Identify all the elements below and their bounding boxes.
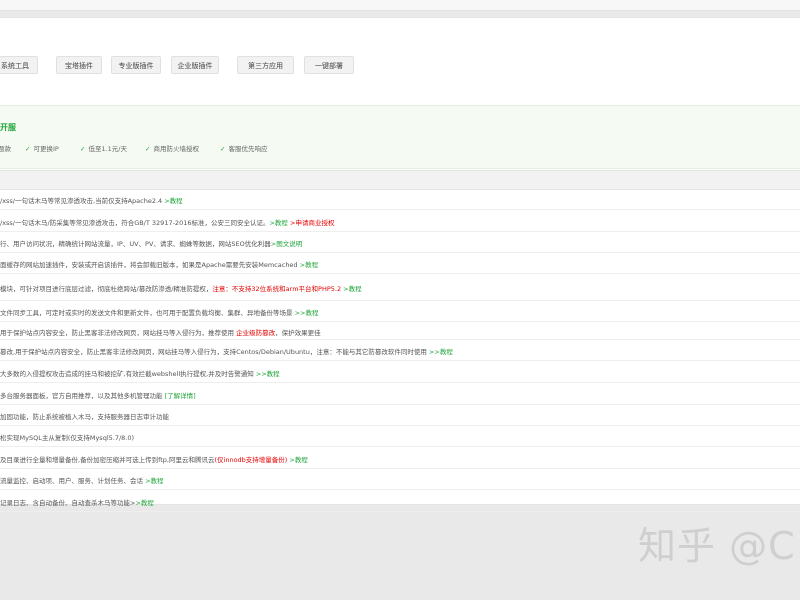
row-text: 大多数的入侵提权攻击造成的挂马和被挖矿,有效拦截webshell执行提权,并及时… <box>0 370 256 378</box>
table-row: 及目录进行全量和增量备份,备份加密压缩并可选上传到ftp,阿里云和腾讯云(仅in… <box>0 447 800 469</box>
tab-third-party-apps[interactable]: 第三方应用 <box>237 56 294 74</box>
row-text: 加固功能，防止系统被植入木马，支持服务器日志审计功能 <box>0 413 169 421</box>
row-description: 面缓存的网站加速插件，安装或开启该插件，将会卸载旧版本，如果是Apache需要先… <box>0 259 318 269</box>
row-text: 及目录进行全量和增量备份,备份加密压缩并可选上传到ftp,阿里云和腾讯云 <box>0 456 215 464</box>
row-text: 多台服务器面板，官方自用推荐，以及其他多机管理功能 <box>0 392 165 400</box>
table-header <box>0 170 800 190</box>
table-row: 松实现MySQL主从复制(仅支持Mysql5.7/8.0) <box>0 426 800 447</box>
row-text: 用于保护站点内容安全，防止黑客非法修改网页，网站挂马等入侵行为，推荐使用 <box>0 329 237 337</box>
promo-feature: 题款 <box>0 143 11 153</box>
zhihu-watermark: 知乎 @C <box>638 524 796 568</box>
row-description: 流量监控、启动项、用户、服务、计划任务、会话 >教程 <box>0 475 164 485</box>
table-row: 篡改,用于保护站点内容安全，防止黑客非法修改网页，网站挂马等入侵行为，支持Cen… <box>0 340 800 361</box>
table-row: 大多数的入侵提权攻击造成的挂马和被挖矿,有效拦截webshell执行提权,并及时… <box>0 361 800 383</box>
tutorial-link[interactable]: >>教程 <box>295 309 319 317</box>
row-text: 文件同步工具，可定时或实时的发送文件和更新文件，也可用于配置负载均衡、集群、异地… <box>0 309 295 317</box>
promo-feature: ✓ 商用防火墙授权 <box>145 143 199 153</box>
row-description: 多台服务器面板，官方自用推荐，以及其他多机管理功能 [了解详情] <box>0 390 196 400</box>
tab-pro-plugins[interactable]: 专业版插件 <box>111 56 161 74</box>
details-link[interactable]: [了解详情] <box>165 392 196 400</box>
row-description: 文件同步工具，可定时或实时的发送文件和更新文件，也可用于配置负载均衡、集群、异地… <box>0 307 318 317</box>
tutorial-link[interactable]: >教程 <box>300 261 318 269</box>
row-text: /xss/一句话木马等常见渗透攻击,当前仅支持Apache2.4 <box>0 197 165 205</box>
tab-one-click-deploy[interactable]: 一键部署 <box>304 56 354 74</box>
row-text: /xss/一句话木马/防采集等常见渗透攻击，符合GB/T 32917-2016标… <box>0 219 270 227</box>
promo-title: 开服 <box>0 123 16 132</box>
tab-enterprise-plugins[interactable]: 企业版插件 <box>171 56 219 74</box>
row-text: 模块，可针对项目进行底层过滤，彻底杜绝跨站/篡改防渗透/精准防提权， <box>0 285 213 293</box>
table-row: /xss/一句话木马等常见渗透攻击,当前仅支持Apache2.4 >教程 <box>0 189 800 210</box>
row-text: ，保护效果更佳 <box>275 329 321 337</box>
row-description: /xss/一句话木马等常见渗透攻击,当前仅支持Apache2.4 >教程 <box>0 195 183 205</box>
table-row: 面缓存的网站加速插件，安装或开启该插件，将会卸载旧版本，如果是Apache需要先… <box>0 253 800 274</box>
warning-text: (仅innodb支持增量备份) <box>214 456 288 464</box>
promo-feature: ✓ 可更换IP <box>25 143 59 153</box>
tutorial-link[interactable]: >>教程 <box>256 370 280 378</box>
promo-feature-text: 低至1.1元/天 <box>88 145 127 153</box>
promo-feature: ✓ 低至1.1元/天 <box>80 143 127 153</box>
promo-feature-text: 商用防火墙授权 <box>153 145 199 153</box>
row-description: 松实现MySQL主从复制(仅支持Mysql5.7/8.0) <box>0 432 134 442</box>
table-row: 加固功能，防止系统被植入木马，支持服务器日志审计功能 <box>0 405 800 426</box>
apply-license-link[interactable]: >申请商业授权 <box>288 219 334 227</box>
tutorial-link[interactable]: >教程 <box>135 499 153 507</box>
row-description: 模块，可针对项目进行底层过滤，彻底杜绝跨站/篡改防渗透/精准防提权，注意：不支持… <box>0 283 362 293</box>
row-description: 大多数的入侵提权攻击造成的挂马和被挖矿,有效拦截webshell执行提权,并及时… <box>0 368 280 378</box>
check-icon: ✓ <box>25 145 31 153</box>
check-icon: ✓ <box>220 145 226 153</box>
tab-bt-plugins[interactable]: 宝塔插件 <box>56 56 102 74</box>
tutorial-link[interactable]: >>教程 <box>429 348 453 356</box>
tutorial-link[interactable]: >教程 <box>145 477 163 485</box>
tutorial-link[interactable]: >教程 <box>164 197 182 205</box>
promo-feature-text: 客服优先响应 <box>228 145 268 153</box>
table-row: 行、用户访问状况，精确统计网站流量，IP、UV、PV、请求、蜘蛛等数据，网站SE… <box>0 232 800 253</box>
promo-feature: ✓ 客服优先响应 <box>220 143 267 153</box>
table-row: 记录日志、含自动备份、自动查杀木马等功能>>教程 <box>0 490 800 512</box>
table-row: 多台服务器面板，官方自用推荐，以及其他多机管理功能 [了解详情] <box>0 383 800 405</box>
plugin-panel: 系统工具 宝塔插件 专业版插件 企业版插件 第三方应用 一键部署 开服 题款 ✓… <box>0 18 800 512</box>
promo-banner: 开服 题款 ✓ 可更换IP ✓ 低至1.1元/天 ✓ 商用防火墙授权 ✓ 客服优先响应 <box>0 105 800 169</box>
row-description: /xss/一句话木马/防采集等常见渗透攻击，符合GB/T 32917-2016标… <box>0 217 334 227</box>
row-text: 面缓存的网站加速插件，安装或开启该插件，将会卸载旧版本，如果是Apache需要先… <box>0 261 300 269</box>
row-text: 篡改,用于保护站点内容安全，防止黑客非法修改网页，网站挂马等入侵行为，支持Cen… <box>0 348 429 356</box>
check-icon: ✓ <box>145 145 151 153</box>
tutorial-link[interactable]: >教程 <box>269 219 287 227</box>
enterprise-tamper-link[interactable]: 企业级防篡改 <box>236 329 275 337</box>
top-bar <box>0 0 800 11</box>
warning-text: 注意：不支持32位系统和arm平台和PHP5.2 <box>212 285 342 293</box>
table-row: 流量监控、启动项、用户、服务、计划任务、会话 >教程 <box>0 469 800 490</box>
promo-feature-text: 题款 <box>0 145 11 153</box>
row-description: 篡改,用于保护站点内容安全，防止黑客非法修改网页，网站挂马等入侵行为，支持Cen… <box>0 346 453 356</box>
table-row: 用于保护站点内容安全，防止黑客非法修改网页，网站挂马等入侵行为，推荐使用 企业级… <box>0 322 800 340</box>
tutorial-link[interactable]: >教程 <box>341 285 361 293</box>
row-text: 松实现MySQL主从复制(仅支持Mysql5.7/8.0) <box>0 434 135 442</box>
row-description: 记录日志、含自动备份、自动查杀木马等功能>>教程 <box>0 497 154 507</box>
row-text: 流量监控、启动项、用户、服务、计划任务、会话 <box>0 477 146 485</box>
row-description: 行、用户访问状况，精确统计网站流量，IP、UV、PV、请求、蜘蛛等数据，网站SE… <box>0 238 302 248</box>
doc-link[interactable]: >图文说明 <box>271 240 302 248</box>
row-description: 及目录进行全量和增量备份,备份加密压缩并可选上传到ftp,阿里云和腾讯云(仅in… <box>0 454 308 464</box>
tutorial-link[interactable]: >教程 <box>287 456 307 464</box>
row-description: 加固功能，防止系统被植入木马，支持服务器日志审计功能 <box>0 411 169 421</box>
row-text: 行、用户访问状况，精确统计网站流量，IP、UV、PV、请求、蜘蛛等数据，网站SE… <box>0 240 271 248</box>
table-row: /xss/一句话木马/防采集等常见渗透攻击，符合GB/T 32917-2016标… <box>0 210 800 232</box>
check-icon: ✓ <box>80 145 86 153</box>
tab-system-tools[interactable]: 系统工具 <box>0 56 38 74</box>
row-description: 用于保护站点内容安全，防止黑客非法修改网页，网站挂马等入侵行为，推荐使用 企业级… <box>0 327 321 337</box>
table-row: 文件同步工具，可定时或实时的发送文件和更新文件，也可用于配置负载均衡、集群、异地… <box>0 301 800 322</box>
promo-feature-text: 可更换IP <box>33 145 59 153</box>
table-row: 模块，可针对项目进行底层过滤，彻底杜绝跨站/篡改防渗透/精准防提权，注意：不支持… <box>0 274 800 301</box>
row-text: 记录日志、含自动备份、自动查杀木马等功能> <box>0 499 136 507</box>
category-tabs: 系统工具 宝塔插件 专业版插件 企业版插件 第三方应用 一键部署 <box>0 56 800 76</box>
